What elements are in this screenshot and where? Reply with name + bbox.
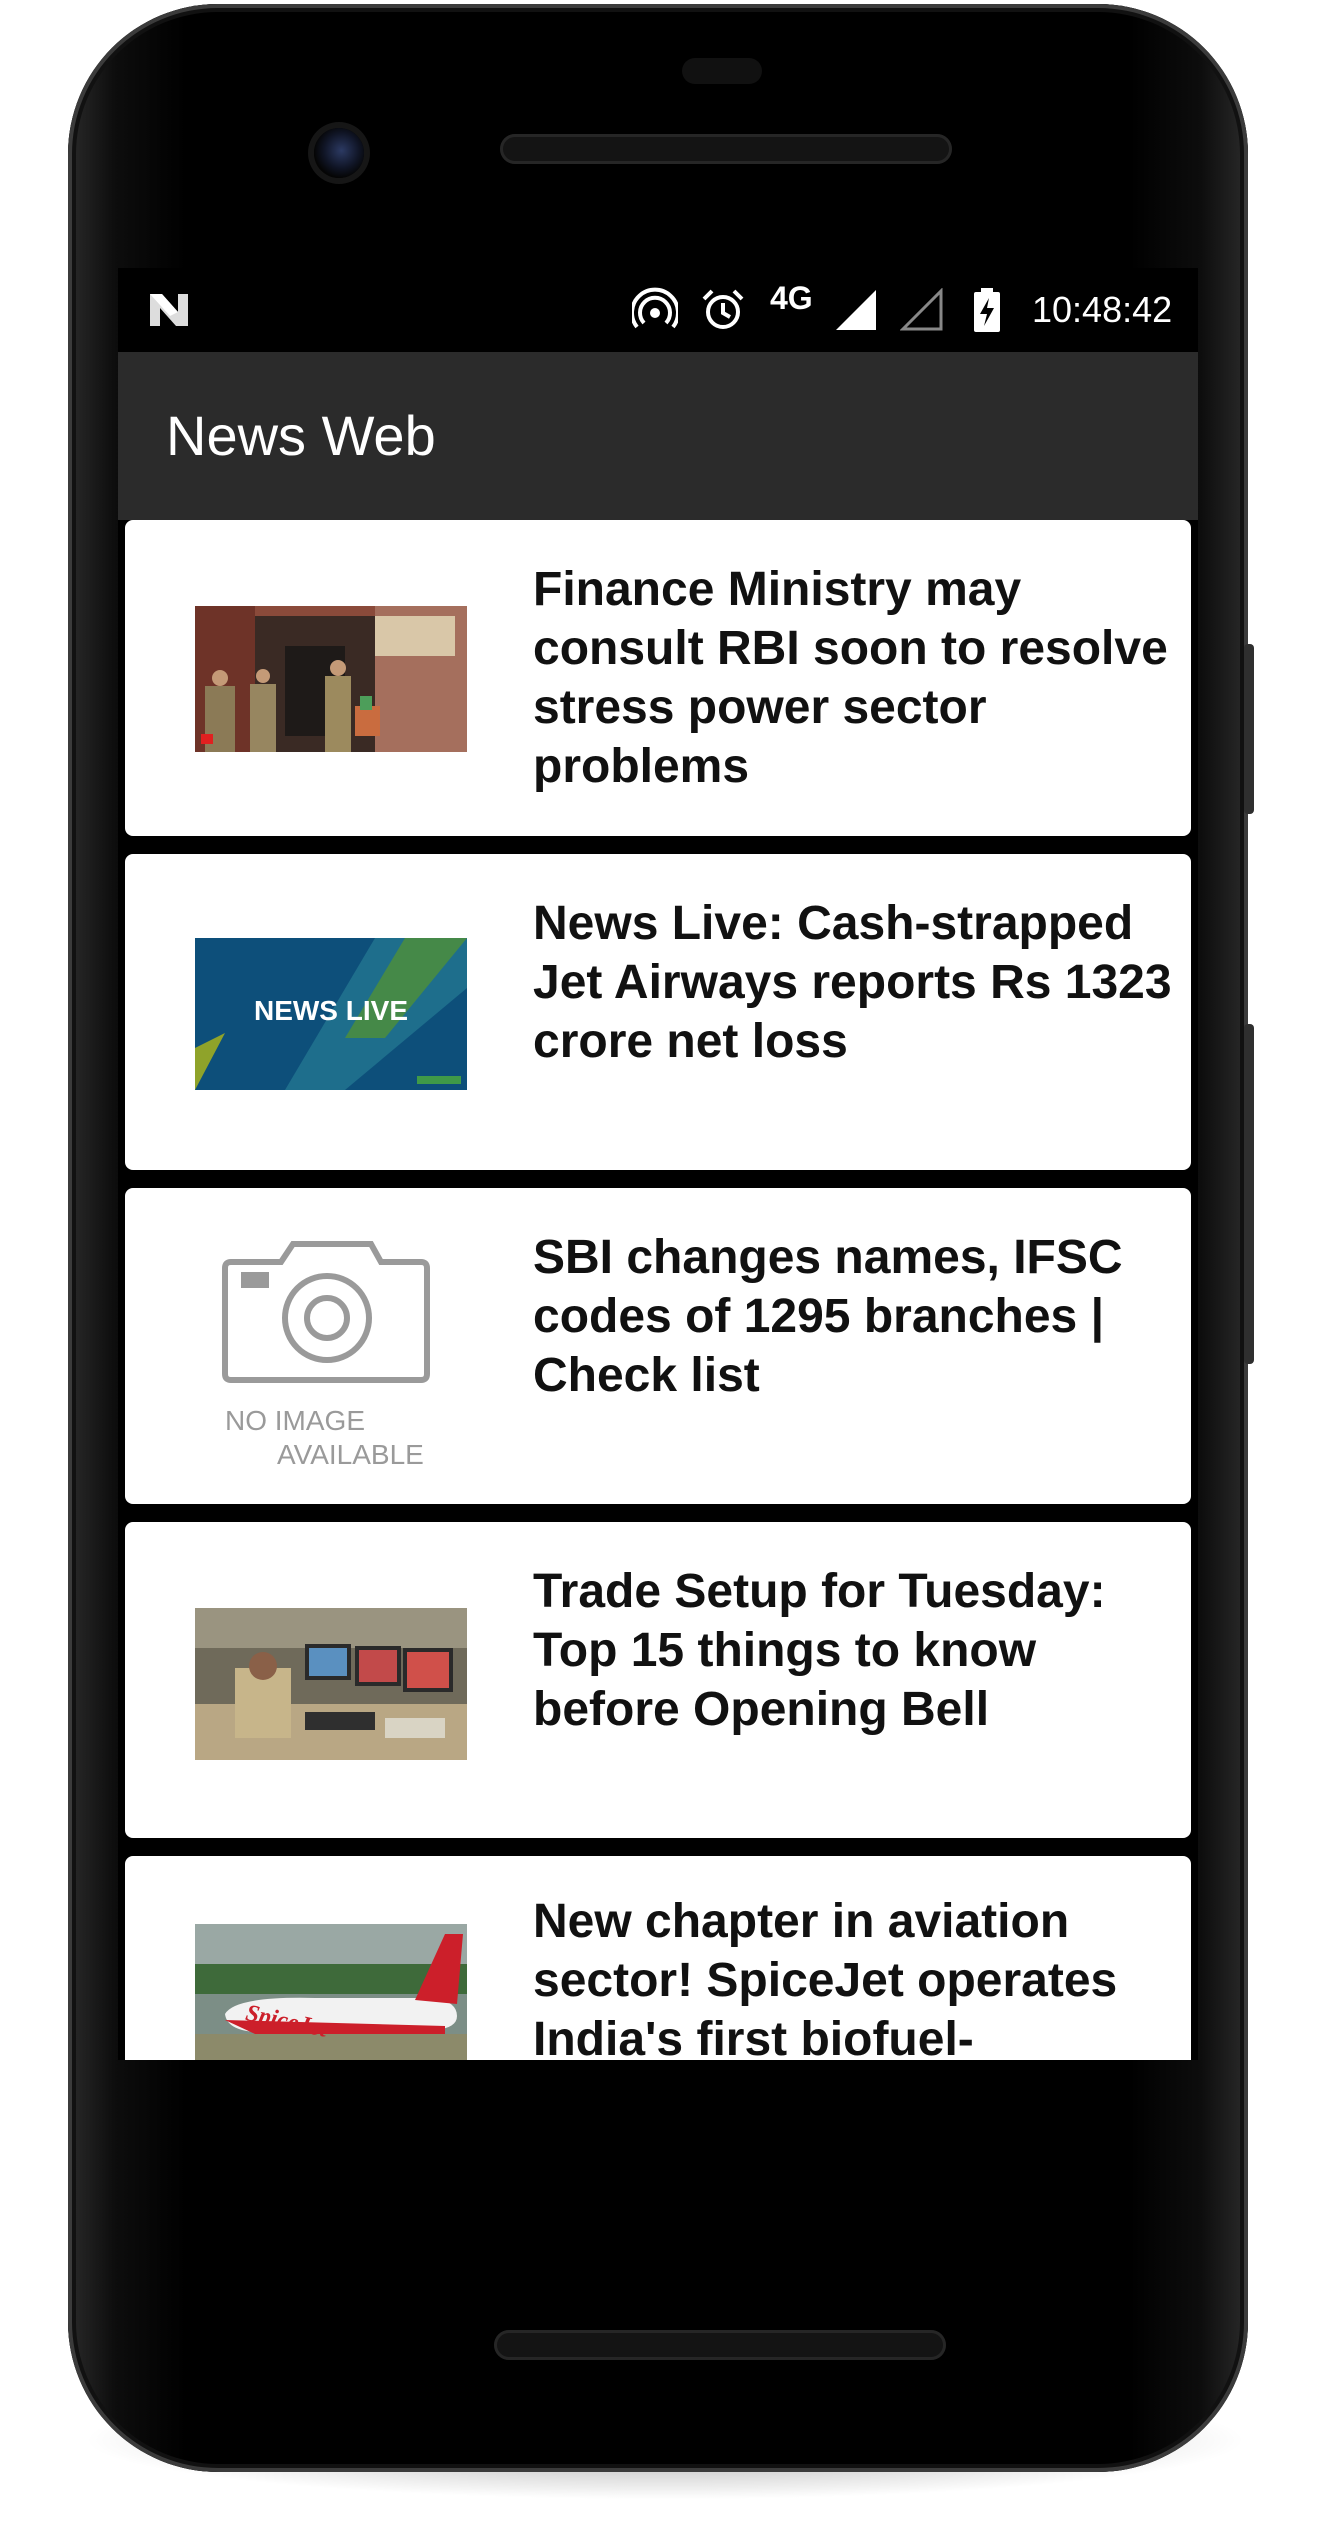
- news-card[interactable]: Trade Setup for Tuesday: Top 15 things t…: [125, 1522, 1191, 1838]
- earpiece-speaker: [500, 134, 952, 164]
- finance-ministry-thumbnail: [195, 606, 467, 752]
- news-card[interactable]: NO IMAGE AVAILABLE SBI changes names, IF…: [125, 1188, 1191, 1504]
- article-headline: New chapter in aviation sector! SpiceJet…: [533, 1895, 1118, 2060]
- bottom-speaker: [494, 2330, 946, 2360]
- article-headline: SBI changes names, IFSC codes of 1295 br…: [533, 1231, 1123, 1402]
- screen: 4G 10:48:42 News Web Finance Ministry ma…: [118, 268, 1198, 2060]
- status-time: 10:48:42: [1032, 289, 1173, 330]
- news-live-thumbnail: NEWS LIVE: [195, 938, 467, 1090]
- proximity-sensor: [682, 58, 762, 84]
- app-bar: News Web: [118, 352, 1198, 520]
- power-button: [1244, 644, 1254, 814]
- article-headline: Trade Setup for Tuesday: Top 15 things t…: [533, 1565, 1106, 1736]
- battery-charging-icon: [972, 268, 1002, 352]
- no-image-line2: AVAILABLE: [277, 1439, 424, 1470]
- no-image-line1: NO IMAGE: [225, 1405, 365, 1436]
- network-type: 4G: [770, 279, 813, 316]
- spicejet-thumbnail: SpiceJet: [195, 1924, 467, 2060]
- signal-full-icon: [834, 268, 878, 352]
- news-list[interactable]: Finance Ministry may consult RBI soon to…: [118, 520, 1198, 2060]
- front-camera: [314, 128, 364, 178]
- no-image-placeholder: NO IMAGE AVAILABLE: [221, 1232, 451, 1472]
- news-card[interactable]: Finance Ministry may consult RBI soon to…: [125, 520, 1191, 836]
- volume-button: [1244, 1024, 1254, 1364]
- news-live-logo-text: NEWS LIVE: [254, 995, 408, 1026]
- article-headline: Finance Ministry may consult RBI soon to…: [533, 563, 1168, 793]
- signal-empty-icon: [900, 268, 944, 352]
- article-headline: News Live: Cash-strapped Jet Airways rep…: [533, 897, 1172, 1068]
- app-title: News Web: [166, 404, 436, 467]
- news-card[interactable]: SpiceJet New chapter in aviation sector!…: [125, 1856, 1191, 2060]
- alarm-icon: [700, 268, 746, 352]
- notification-n-icon: [148, 268, 194, 352]
- status-bar: 4G 10:48:42: [118, 268, 1198, 352]
- news-card[interactable]: NEWS LIVE News Live: Cash-strapped Jet A…: [125, 854, 1191, 1170]
- trading-desk-thumbnail: [195, 1608, 467, 1760]
- hotspot-icon: [632, 268, 678, 352]
